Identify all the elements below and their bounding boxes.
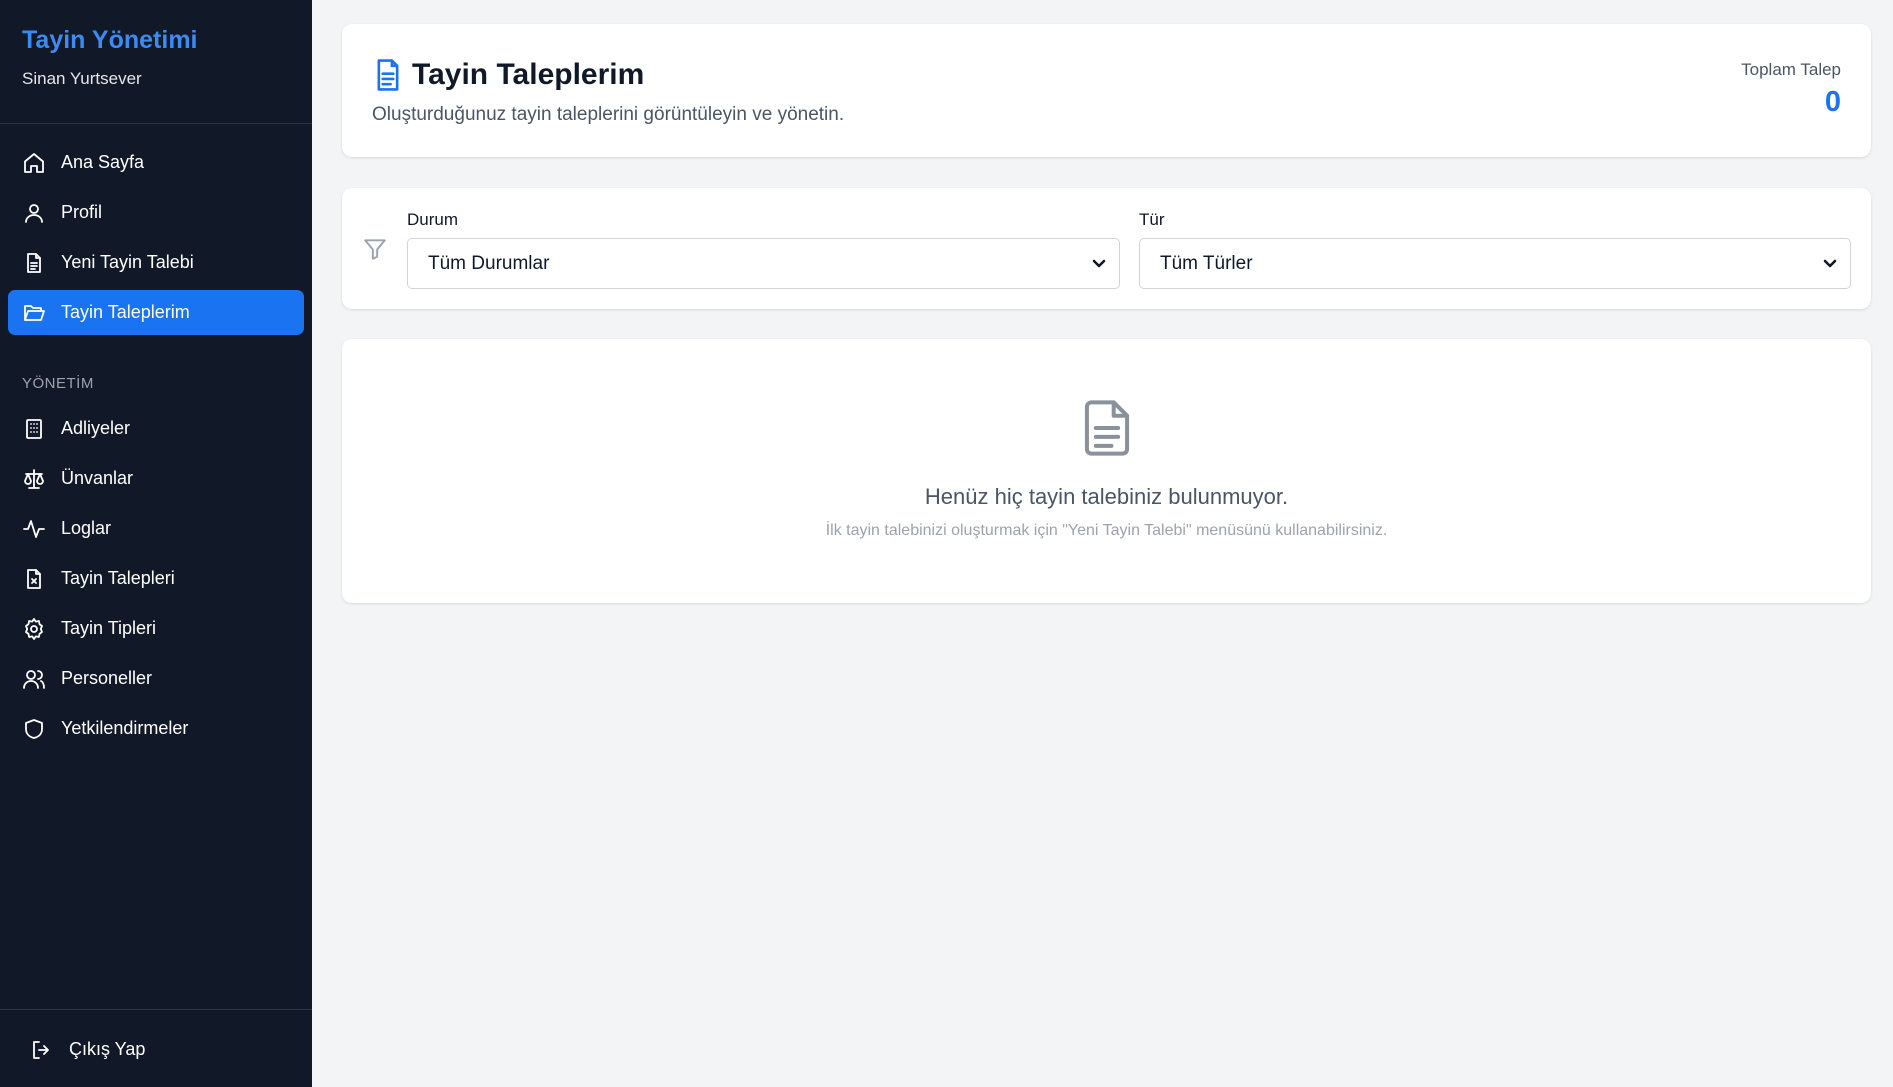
nav-item-adliyeler[interactable]: Adliyeler — [8, 406, 304, 451]
section-title-yonetim: YÖNETİM — [22, 375, 94, 392]
file-x-icon — [22, 567, 46, 591]
status-filter-value: Tüm Durumlar — [428, 252, 550, 274]
nav-item-tayin-taleplerim[interactable]: Tayin Taleplerim — [8, 290, 304, 335]
nav-item-yeni-tayin-talebi[interactable]: Yeni Tayin Talebi — [8, 240, 304, 285]
chevron-down-icon — [1822, 255, 1838, 271]
filter-card: Durum Tüm Durumlar Tür Tüm Türler — [342, 188, 1871, 309]
gear-icon — [22, 617, 46, 641]
folder-open-icon — [22, 301, 46, 325]
total-requests-value: 0 — [1824, 86, 1841, 118]
home-icon — [22, 151, 46, 175]
nav-item-label: Ana Sayfa — [61, 152, 145, 172]
brand: Tayin Yönetimi Sinan Yurtsever — [0, 0, 312, 124]
total-requests-label: Toplam Talep — [1741, 60, 1841, 79]
building-icon — [22, 417, 46, 441]
nav-item-label: Tayin Taleplerim — [61, 302, 190, 322]
nav-item-label: Tayin Tipleri — [61, 618, 157, 638]
nav-item-label: Loglar — [61, 518, 112, 538]
nav-item-label: Adliyeler — [61, 418, 131, 438]
nav-item-label: Ünvanlar — [61, 468, 134, 488]
nav-item-unvanlar[interactable]: Ünvanlar — [8, 456, 304, 501]
type-filter-select[interactable]: Tüm Türler — [1139, 238, 1851, 289]
nav-item-tayin-talepleri[interactable]: Tayin Talepleri — [8, 556, 304, 601]
admin-nav: Adliyeler Ünvanlar Loglar Tayin Talepler… — [0, 406, 312, 751]
shield-icon — [22, 717, 46, 741]
nav-item-tayin-tipleri[interactable]: Tayin Tipleri — [8, 606, 304, 651]
page-header-card: Tayin Taleplerim Oluşturduğunuz tayin ta… — [342, 24, 1871, 157]
empty-state-title: Henüz hiç tayin talebiniz bulunmuyor. — [924, 484, 1289, 509]
logout-section: Çıkış Yap — [0, 1009, 312, 1087]
activity-icon — [22, 517, 46, 541]
empty-state-subtitle: İlk tayin talebinizi oluşturmak için "Ye… — [825, 522, 1388, 539]
chevron-down-icon — [1091, 255, 1107, 271]
status-filter-select[interactable]: Tüm Durumlar — [407, 238, 1120, 289]
logout-label: Çıkış Yap — [69, 1039, 146, 1059]
nav-item-label: Personeller — [61, 668, 153, 688]
nav-item-loglar[interactable]: Loglar — [8, 506, 304, 551]
user-name: Sinan Yurtsever — [22, 69, 142, 88]
empty-state-card: Henüz hiç tayin talebiniz bulunmuyor. İl… — [342, 339, 1871, 603]
brand-title: Tayin Yönetimi — [22, 26, 198, 54]
logout-icon — [30, 1038, 54, 1062]
nav-item-label: Yeni Tayin Talebi — [61, 252, 194, 272]
users-icon — [22, 667, 46, 691]
nav-item-profil[interactable]: Profil — [8, 190, 304, 235]
nav-item-label: Profil — [61, 202, 103, 222]
nav-item-label: Yetkilendirmeler — [61, 718, 189, 738]
type-filter-value: Tüm Türler — [1160, 252, 1253, 274]
type-filter-label: Tür — [1139, 210, 1165, 229]
document-icon — [22, 251, 46, 275]
page-title: Tayin Taleplerim — [412, 58, 645, 91]
page-subtitle: Oluşturduğunuz tayin taleplerini görüntü… — [372, 104, 845, 125]
document-icon — [372, 58, 404, 92]
status-filter-label: Durum — [407, 210, 459, 229]
document-icon — [1082, 399, 1132, 457]
nav-item-yetkilendirmeler[interactable]: Yetkilendirmeler — [8, 706, 304, 751]
nav-item-personeller[interactable]: Personeller — [8, 656, 304, 701]
nav-item-label: Tayin Talepleri — [61, 568, 175, 588]
filter-icon — [362, 236, 388, 262]
user-icon — [22, 201, 46, 225]
main-nav: Ana Sayfa Profil Yeni Tayin Talebi Tayin… — [0, 124, 312, 335]
logout-button[interactable]: Çıkış Yap — [16, 1027, 296, 1072]
sidebar: Tayin Yönetimi Sinan Yurtsever Ana Sayfa… — [0, 0, 312, 1087]
nav-item-ana-sayfa[interactable]: Ana Sayfa — [8, 140, 304, 185]
scale-icon — [22, 467, 46, 491]
